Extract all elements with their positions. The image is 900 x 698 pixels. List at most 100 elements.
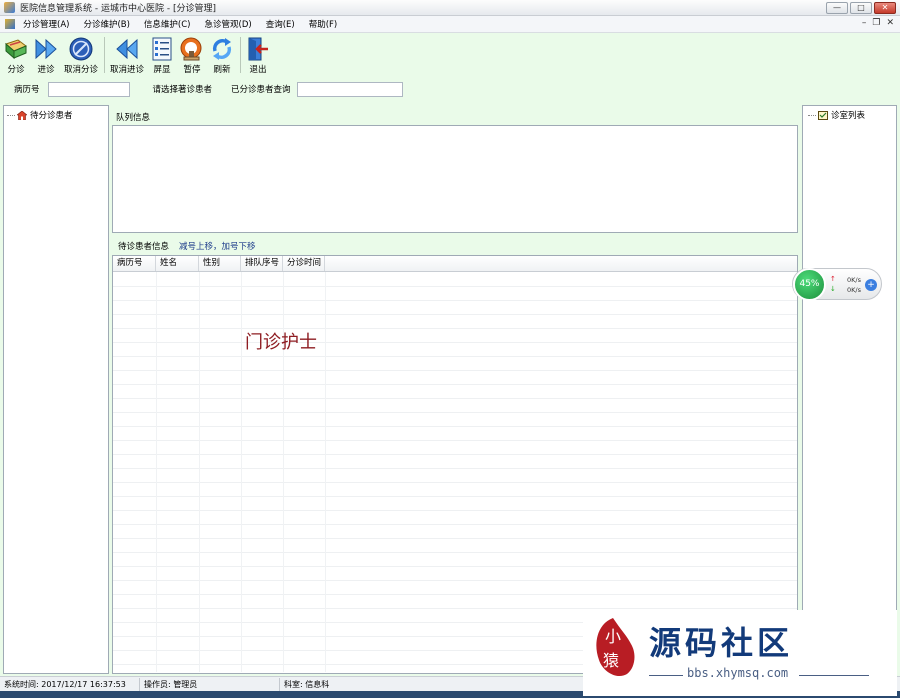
menu-query[interactable]: 查询(E) [266, 18, 295, 30]
grid-row-line [113, 524, 797, 525]
watermark-brand: 源码社区 [649, 624, 794, 662]
grid-row-line [113, 426, 797, 427]
menu-bar: 分诊管理(A) 分诊维护(B) 信息维护(C) 急诊管观(D) 查询(E) 帮助… [0, 16, 900, 33]
download-arrow-icon: ↓ [830, 285, 836, 293]
network-monitor-widget[interactable]: 45% ↑ ↓ 0K/s 0K/s + [792, 268, 882, 301]
reorder-hint: 减号上移，加号下移 [179, 242, 256, 252]
select-patient-hint: 请选择著诊患者 [152, 85, 213, 95]
pause-stamp-icon [180, 37, 204, 61]
grid-row-line [113, 314, 797, 315]
grid-row-line [113, 538, 797, 539]
grid-header: 病历号 姓名 性别 排队序号 分诊时间 [113, 256, 797, 272]
grid-row-line [113, 384, 797, 385]
record-number-input[interactable] [47, 81, 130, 97]
toolbar-separator [240, 37, 242, 73]
upload-arrow-icon: ↑ [830, 275, 836, 283]
tree-node-pending[interactable]: 待分诊患者 [7, 109, 73, 121]
mdi-close-button[interactable]: ✕ [886, 18, 894, 28]
grid-row-line [113, 370, 797, 371]
grid-row-line [113, 342, 797, 343]
grid-row-line [113, 608, 797, 609]
watermark: 小 猿 源码社区 bbs.xhymsq.com [583, 610, 897, 696]
column-header-name[interactable]: 姓名 [156, 256, 199, 271]
grid-row-line [113, 440, 797, 441]
screen-list-icon [150, 37, 174, 61]
tree-node-label: 待分诊患者 [30, 111, 73, 121]
fast-forward-icon [34, 37, 58, 61]
triaged-query-input[interactable] [296, 81, 403, 97]
queue-info-label: 队列信息 [116, 113, 151, 123]
grid-row-line [113, 398, 797, 399]
mdi-minimize-button[interactable]: – [862, 18, 867, 28]
cancel-admit-label: 取消进诊 [110, 65, 145, 75]
grid-column-line [199, 272, 200, 672]
grid-column-line [241, 272, 242, 672]
exit-label: 退出 [249, 65, 267, 75]
operator-info: 操作员: 管理员 [140, 677, 280, 691]
refresh-label: 刷新 [213, 65, 231, 75]
watermark-url: bbs.xhymsq.com [687, 666, 789, 680]
refresh-button[interactable]: 刷新 [210, 33, 234, 75]
toolbar-separator [104, 37, 106, 73]
grid-column-line [156, 272, 157, 672]
menu-triage-maintenance[interactable]: 分诊维护(B) [83, 18, 129, 30]
tree-node-label: 诊室列表 [831, 111, 866, 121]
queue-info-area[interactable] [112, 125, 798, 233]
window-title: 医院信息管理系统 - 运城市中心医院 - [分诊管理] [20, 4, 216, 14]
home-icon [17, 110, 27, 120]
minimize-button[interactable]: — [826, 2, 848, 14]
download-speed: 0K/s [847, 286, 861, 294]
column-header-record-number[interactable]: 病历号 [113, 256, 156, 271]
grid-row-line [113, 412, 797, 413]
seal-logo: 小 猿 [596, 618, 635, 677]
exit-button[interactable]: 退出 [246, 33, 270, 75]
screen-display-button[interactable]: 屏显 [150, 33, 174, 75]
grid-row-line [113, 356, 797, 357]
maximize-button[interactable]: □ [850, 2, 872, 14]
pause-label: 暂停 [183, 65, 201, 75]
grid-row-line [113, 552, 797, 553]
search-row: 病历号 请选择著诊患者 已分诊患者查询 [0, 78, 900, 100]
clinic-room-tree[interactable]: 诊室列表 [802, 105, 897, 674]
cancel-admit-button[interactable]: 取消进诊 [110, 33, 144, 75]
menu-emergency[interactable]: 急诊管观(D) [205, 18, 252, 30]
toolbar: 分诊 进诊 取消分诊 取消进诊 屏显 暂停 刷新 退出 [0, 33, 900, 77]
rewind-icon [115, 37, 139, 61]
cancel-triage-label: 取消分诊 [64, 65, 99, 75]
upload-speed: 0K/s [847, 276, 861, 284]
cancel-triage-button[interactable]: 取消分诊 [64, 33, 98, 75]
system-time: 系统时间: 2017/12/17 16:37:53 [0, 677, 140, 691]
grid-row-line [113, 482, 797, 483]
grid-row-line [113, 300, 797, 301]
grid-row-line [113, 454, 797, 455]
column-header-gender[interactable]: 性别 [199, 256, 241, 271]
triage-button[interactable]: 分诊 [4, 33, 28, 75]
menu-help[interactable]: 帮助(F) [309, 18, 338, 30]
triage-label: 分诊 [7, 65, 25, 75]
cancel-circle-icon [69, 37, 93, 61]
department-info: 科室: 信息科 [284, 679, 330, 689]
pending-patients-tree[interactable]: 待分诊患者 [3, 105, 109, 674]
grid-column-line [325, 272, 326, 672]
grid-row-line [113, 510, 797, 511]
menu-info-maintenance[interactable]: 信息维护(C) [144, 18, 191, 30]
waiting-info-row: 待诊患者信息 减号上移，加号下移 [118, 240, 256, 252]
column-header-triage-time[interactable]: 分诊时间 [283, 256, 325, 271]
close-button[interactable]: ✕ [874, 2, 896, 14]
admit-label: 进诊 [37, 65, 55, 75]
seal-char-2: 猿 [603, 651, 619, 670]
grid-row-line [113, 594, 797, 595]
refresh-icon [210, 37, 234, 61]
expand-plus-icon[interactable]: + [865, 279, 877, 291]
column-header-queue-number[interactable]: 排队序号 [241, 256, 283, 271]
admit-button[interactable]: 进诊 [34, 33, 58, 75]
menu-triage-management[interactable]: 分诊管理(A) [23, 18, 69, 30]
grid-row-line [113, 566, 797, 567]
grid-row-line [113, 580, 797, 581]
pause-button[interactable]: 暂停 [180, 33, 204, 75]
tree-node-clinic-rooms[interactable]: 诊室列表 [808, 109, 865, 121]
grid-row-line [113, 468, 797, 469]
triaged-query-label: 已分诊患者查询 [231, 85, 291, 95]
mdi-restore-button[interactable]: ❐ [872, 18, 880, 28]
grid-row-line [113, 328, 797, 329]
